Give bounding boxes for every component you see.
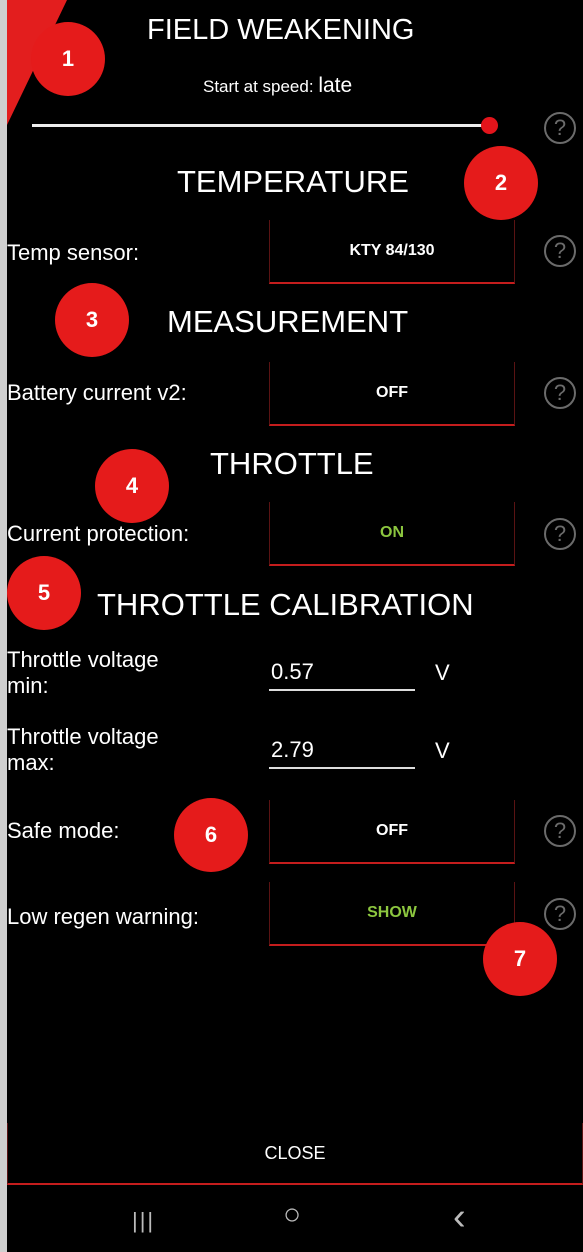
annotation-badge-5: 5 — [7, 556, 81, 630]
help-icon[interactable]: ? — [544, 898, 576, 930]
recents-icon[interactable]: ||| — [132, 1208, 155, 1234]
temp-sensor-label: Temp sensor: — [7, 240, 140, 265]
help-icon[interactable]: ? — [544, 518, 576, 550]
temp-sensor-dropdown[interactable]: KTY 84/130 — [269, 220, 515, 284]
annotation-badge-7: 7 — [483, 922, 557, 996]
battery-current-label: Battery current v2: — [7, 380, 187, 405]
measurement-title: MEASUREMENT — [167, 304, 409, 339]
throttle-vmax-input[interactable]: 2.79 — [269, 733, 415, 769]
start-speed-value: late — [318, 74, 353, 97]
close-button[interactable]: CLOSE — [7, 1123, 583, 1185]
throttle-calibration-title: THROTTLE CALIBRATION — [97, 587, 474, 622]
current-protection-toggle[interactable]: ON — [269, 502, 515, 566]
help-icon[interactable]: ? — [544, 815, 576, 847]
field-weakening-title: FIELD WEAKENING — [147, 14, 415, 46]
start-speed-text: Start at speed: late — [203, 74, 352, 98]
throttle-vmax-label-line2: max: — [7, 750, 55, 775]
home-icon[interactable]: ○ — [283, 1198, 301, 1232]
system-nav-bar: ||| ○ ‹ — [7, 1186, 583, 1252]
battery-current-toggle[interactable]: OFF — [269, 362, 515, 426]
throttle-vmax-unit: V — [435, 738, 450, 763]
annotation-badge-4: 4 — [95, 449, 169, 523]
speed-slider-thumb[interactable] — [481, 117, 498, 134]
throttle-vmax-label-line1: Throttle voltage — [7, 724, 159, 749]
annotation-badge-6: 6 — [174, 798, 248, 872]
throttle-vmin-label-line1: Throttle voltage — [7, 647, 159, 672]
safe-mode-label: Safe mode: — [7, 818, 120, 843]
safe-mode-toggle[interactable]: OFF — [269, 800, 515, 864]
throttle-vmin-input[interactable]: 0.57 — [269, 655, 415, 691]
help-icon[interactable]: ? — [544, 112, 576, 144]
back-icon[interactable]: ‹ — [453, 1196, 466, 1239]
help-icon[interactable]: ? — [544, 235, 576, 267]
annotation-badge-2: 2 — [464, 146, 538, 220]
throttle-vmin-unit: V — [435, 660, 450, 685]
annotation-badge-1: 1 — [31, 22, 105, 96]
speed-slider-track[interactable] — [32, 124, 490, 127]
temperature-title: TEMPERATURE — [177, 164, 409, 199]
throttle-vmin-label: Throttle voltage min: — [7, 647, 159, 699]
help-icon[interactable]: ? — [544, 377, 576, 409]
throttle-vmin-label-line2: min: — [7, 673, 49, 698]
low-regen-toggle[interactable]: SHOW — [269, 882, 515, 946]
throttle-title: THROTTLE — [210, 446, 374, 481]
low-regen-label: Low regen warning: — [7, 904, 200, 929]
throttle-vmax-label: Throttle voltage max: — [7, 724, 159, 776]
start-speed-label: Start at speed: — [203, 77, 314, 96]
current-protection-label: Current protection: — [7, 521, 190, 546]
settings-screen: FIELD WEAKENING Start at speed: late ? T… — [7, 0, 583, 1252]
annotation-badge-3: 3 — [55, 283, 129, 357]
